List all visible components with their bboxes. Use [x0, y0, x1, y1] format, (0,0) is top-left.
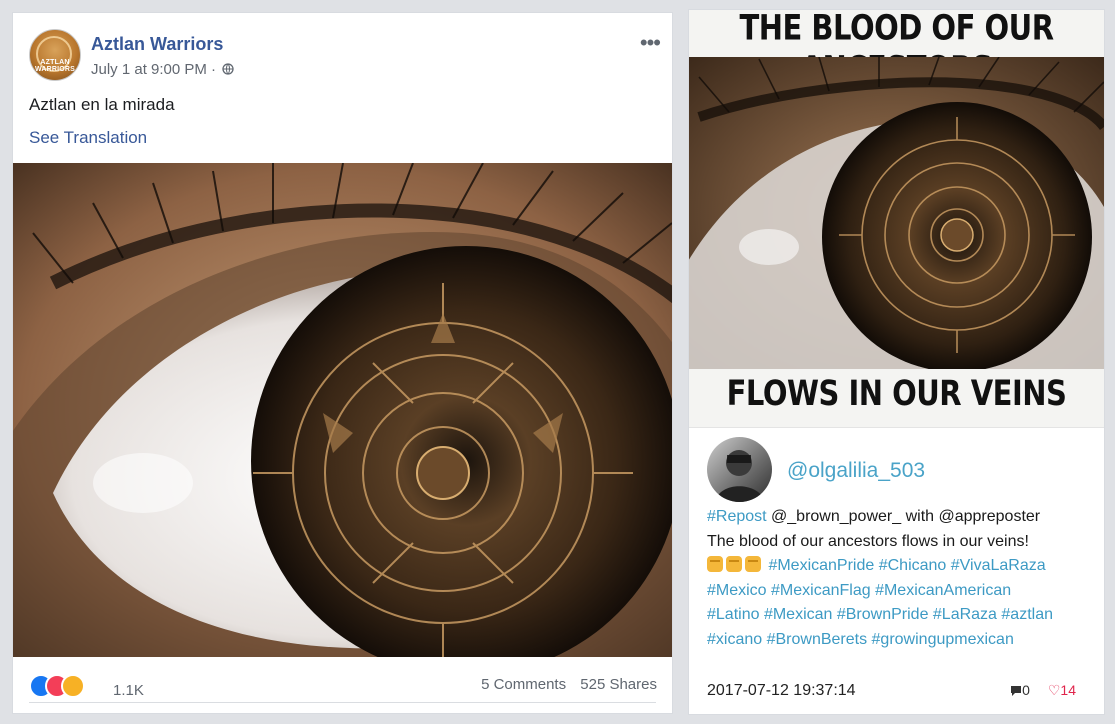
caption-line-4[interactable]: #Mexico #MexicanFlag #MexicanAmerican — [707, 579, 1097, 604]
hashtags[interactable]: #MexicanPride #Chicano #VivaLaRaza — [768, 557, 1045, 574]
like-count: 14 — [1060, 682, 1076, 698]
facebook-post-card: AZTLAN WARRIORS Aztlan Warriors July 1 a… — [12, 12, 673, 714]
post-datetime: 2017-07-12 19:37:14 — [707, 682, 856, 699]
footer-divider — [29, 702, 656, 703]
comments-count-link[interactable]: 5 Comments — [481, 676, 566, 693]
instagram-post-card: THE BLOOD OF OUR ANCESTORS — [688, 9, 1105, 715]
globe-icon — [222, 63, 234, 75]
meme-image[interactable]: THE BLOOD OF OUR ANCESTORS — [689, 10, 1104, 427]
page-name-link[interactable]: Aztlan Warriors — [91, 34, 223, 55]
hashtag-repost[interactable]: #Repost — [707, 508, 767, 525]
reaction-count[interactable]: 1.1K — [113, 682, 144, 699]
post-text: Aztlan en la mirada — [29, 95, 175, 114]
post-stats: 5 Comments 525 Shares — [481, 676, 657, 693]
caption-line-3: #MexicanPride #Chicano #VivaLaRaza — [707, 554, 1097, 579]
post-counts: 0 ♡14 — [1010, 682, 1076, 699]
meme-bottom-text: FLOWS IN OUR VEINS — [726, 372, 1067, 414]
comment-bubble-icon[interactable] — [1010, 682, 1022, 698]
user-avatar[interactable] — [707, 437, 772, 502]
see-translation-link[interactable]: See Translation — [29, 128, 147, 148]
card-divider — [689, 427, 1104, 428]
meme-eye-photo — [689, 57, 1104, 369]
avatar-text: AZTLAN WARRIORS — [34, 59, 76, 73]
caption-line-1: #Repost @_brown_power_ with @appreposter — [707, 505, 1097, 530]
post-caption: #Repost @_brown_power_ with @appreposter… — [707, 505, 1097, 652]
more-dots-icon[interactable]: ••• — [640, 30, 661, 56]
shares-count-link[interactable]: 525 Shares — [580, 676, 657, 693]
heart-icon[interactable]: ♡ — [1048, 682, 1061, 698]
post-footer: 1.1K 5 Comments 525 Shares — [13, 668, 672, 703]
eye-aztec-calendar-image — [13, 163, 672, 657]
post-photo-eye[interactable] — [13, 163, 672, 657]
username-link[interactable]: @olgalilia_503 — [787, 459, 925, 483]
raised-fist-emoji-icon — [726, 556, 742, 572]
caption-line-5[interactable]: #Latino #Mexican #BrownPride #LaRaza #az… — [707, 603, 1097, 628]
eye-aztec-calendar-image — [689, 57, 1104, 369]
caption-mentions: @_brown_power_ with @appreposter — [766, 508, 1041, 525]
wow-icon — [61, 674, 85, 698]
post-timestamp[interactable]: July 1 at 9:00 PM · — [91, 61, 216, 78]
raised-fist-emoji-icon — [745, 556, 761, 572]
raised-fist-emoji-icon — [707, 556, 723, 572]
avatar-photo — [715, 450, 765, 502]
caption-line-2: The blood of our ancestors flows in our … — [707, 532, 1029, 550]
post-meta: July 1 at 9:00 PM · — [91, 61, 234, 78]
caption-line-6[interactable]: #xicano #BrownBerets #growingupmexican — [707, 628, 1097, 653]
comment-count: 0 — [1022, 682, 1030, 698]
page-avatar[interactable]: AZTLAN WARRIORS — [29, 29, 81, 81]
